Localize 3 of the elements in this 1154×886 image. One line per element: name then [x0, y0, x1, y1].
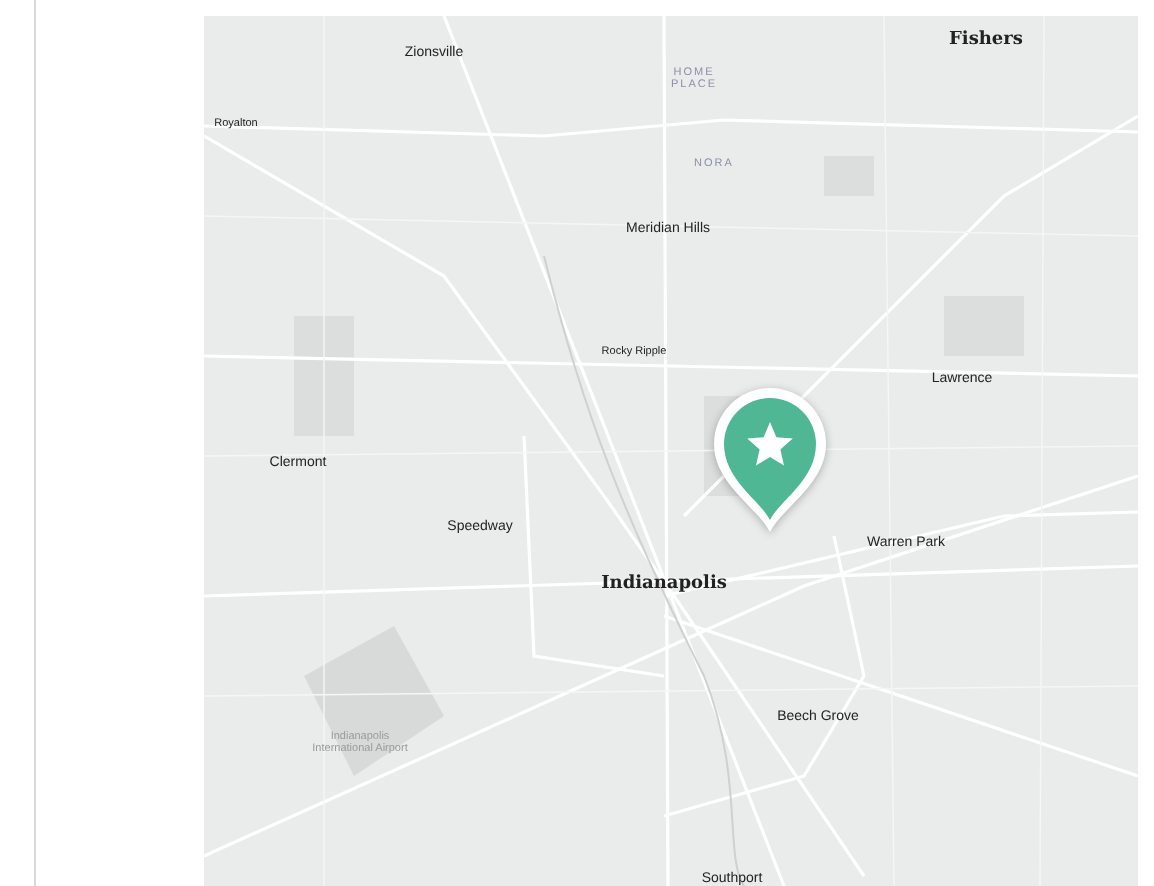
place-label: Fishers [949, 29, 1023, 51]
place-label: Indianapolis [601, 573, 727, 595]
star-map-pin-icon[interactable] [710, 384, 830, 536]
